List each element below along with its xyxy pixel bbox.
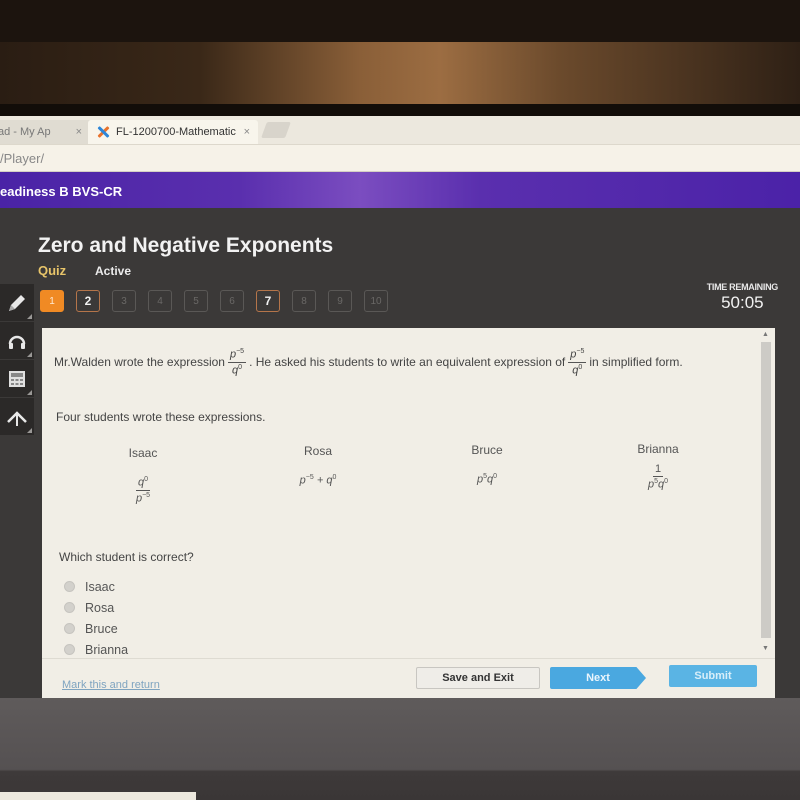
monitor-bezel — [0, 0, 800, 42]
student-name: Bruce — [471, 443, 503, 457]
student-name: Isaac — [128, 446, 158, 460]
reference-tool-button[interactable] — [0, 398, 34, 436]
question-button-4[interactable]: 4 — [148, 290, 172, 312]
close-icon[interactable]: × — [76, 126, 82, 138]
question-navigator: 1 2 3 4 5 6 7 8 9 10 — [40, 290, 388, 312]
pencil-icon — [9, 294, 25, 311]
question-panel: Mr.Walden wrote the expression p−5 q0 . … — [42, 328, 775, 698]
answer-options: Isaac Rosa Bruce Brianna — [64, 576, 128, 660]
question-button-7[interactable]: 7 — [256, 290, 280, 312]
option-label: Isaac — [85, 579, 115, 594]
quiz-footer: Mark this and return Save and Exit Next … — [42, 658, 775, 698]
question-button-5[interactable]: 5 — [184, 290, 208, 312]
page-title: Zero and Negative Exponents — [38, 234, 334, 257]
scroll-down-arrow-icon[interactable]: ▼ — [762, 645, 769, 652]
course-bar: eadiness B BVS-CR — [0, 172, 800, 208]
calculator-icon — [9, 370, 25, 387]
question-stem: Mr.Walden wrote the expression p−5 q0 . … — [54, 348, 683, 376]
math-fraction: p−5 q0 — [568, 348, 587, 377]
radio-button[interactable] — [64, 581, 75, 592]
student-name: Brianna — [637, 442, 679, 456]
scroll-up-arrow-icon[interactable]: ▲ — [762, 331, 769, 338]
url-text: /Player/ — [0, 151, 45, 166]
calculator-tool-button[interactable] — [0, 360, 34, 398]
course-title: eadiness B BVS-CR — [0, 184, 123, 199]
activity-status-label: Active — [95, 264, 132, 278]
panel-scrollbar[interactable]: ▲ ▼ — [761, 331, 771, 652]
student-expression: 1 p5q0 — [647, 463, 669, 491]
monitor-bezel-edge — [0, 104, 800, 116]
headphones-icon — [8, 335, 26, 349]
radio-button[interactable] — [64, 623, 75, 634]
option-label: Bruce — [85, 621, 118, 636]
students-intro: Four students wrote these expressions. — [56, 410, 266, 424]
math-fraction: p−5 q0 — [227, 348, 247, 377]
student-isaac: Isaac q0 p−5 — [88, 446, 198, 504]
question-text-1: Mr.Walden wrote the expression — [54, 355, 225, 370]
answer-option-rosa[interactable]: Rosa — [64, 597, 128, 618]
quiz-app: Zero and Negative Exponents Quiz Active … — [0, 208, 800, 698]
close-icon[interactable]: × — [244, 126, 250, 138]
question-button-3[interactable]: 3 — [112, 290, 136, 312]
mark-and-return-link[interactable]: Mark this and return — [62, 679, 160, 691]
edgenuity-x-icon — [96, 125, 110, 139]
student-rosa: Rosa p−5 + q0 — [263, 444, 373, 487]
student-bruce: Bruce p5q0 — [432, 443, 542, 486]
browser-tab-bar: ad - My Ap × FL-1200700-Mathematic × — [0, 116, 800, 144]
pencil-tool-button[interactable] — [0, 284, 34, 322]
audio-tool-button[interactable] — [0, 322, 34, 360]
option-label: Rosa — [85, 600, 115, 615]
answer-option-isaac[interactable]: Isaac — [64, 576, 128, 597]
question-button-8[interactable]: 8 — [292, 290, 316, 312]
student-expression: p−5 + q0 — [299, 474, 337, 487]
question-text-3: in simplified form. — [589, 355, 683, 370]
submit-button[interactable]: Submit — [669, 665, 757, 687]
option-label: Brianna — [85, 642, 129, 657]
question-button-9[interactable]: 9 — [328, 290, 352, 312]
scrollbar-track[interactable] — [761, 342, 771, 638]
paper-on-desk — [0, 792, 196, 800]
browser-tab-active[interactable]: FL-1200700-Mathematic × — [88, 120, 258, 144]
answer-option-bruce[interactable]: Bruce — [64, 618, 128, 639]
answer-option-brianna[interactable]: Brianna — [64, 639, 128, 660]
student-expression: q0 p−5 — [135, 476, 151, 505]
question-button-2[interactable]: 2 — [76, 290, 100, 312]
tab-title: ad - My Ap — [0, 126, 51, 138]
timer: TIME REMAINING 50:05 — [706, 282, 779, 313]
new-tab-button[interactable] — [261, 122, 291, 138]
timer-value: 50:05 — [721, 293, 764, 312]
tool-sidebar — [0, 284, 34, 436]
radio-button[interactable] — [64, 644, 75, 655]
monitor-bezel-reflection — [0, 42, 800, 104]
save-and-exit-button[interactable]: Save and Exit — [416, 667, 540, 689]
question-button-1[interactable]: 1 — [40, 290, 64, 312]
activity-type-label: Quiz — [38, 263, 67, 278]
reference-icon — [7, 410, 27, 426]
radio-button[interactable] — [64, 602, 75, 613]
browser-tab[interactable]: ad - My Ap × — [0, 120, 90, 144]
question-text-2: . He asked his students to write an equi… — [249, 355, 566, 370]
student-brianna: Brianna 1 p5q0 — [603, 442, 713, 491]
tab-title: FL-1200700-Mathematic — [116, 126, 236, 138]
desk-surface — [0, 698, 800, 800]
address-bar[interactable]: /Player/ — [0, 144, 800, 172]
question-button-10[interactable]: 10 — [364, 290, 388, 312]
student-expression: p5q0 — [476, 473, 498, 486]
question-button-6[interactable]: 6 — [220, 290, 244, 312]
timer-label: TIME REMAINING — [706, 282, 779, 292]
next-button[interactable]: Next — [550, 667, 646, 689]
student-name: Rosa — [303, 444, 332, 458]
question-prompt: Which student is correct? — [59, 550, 194, 564]
